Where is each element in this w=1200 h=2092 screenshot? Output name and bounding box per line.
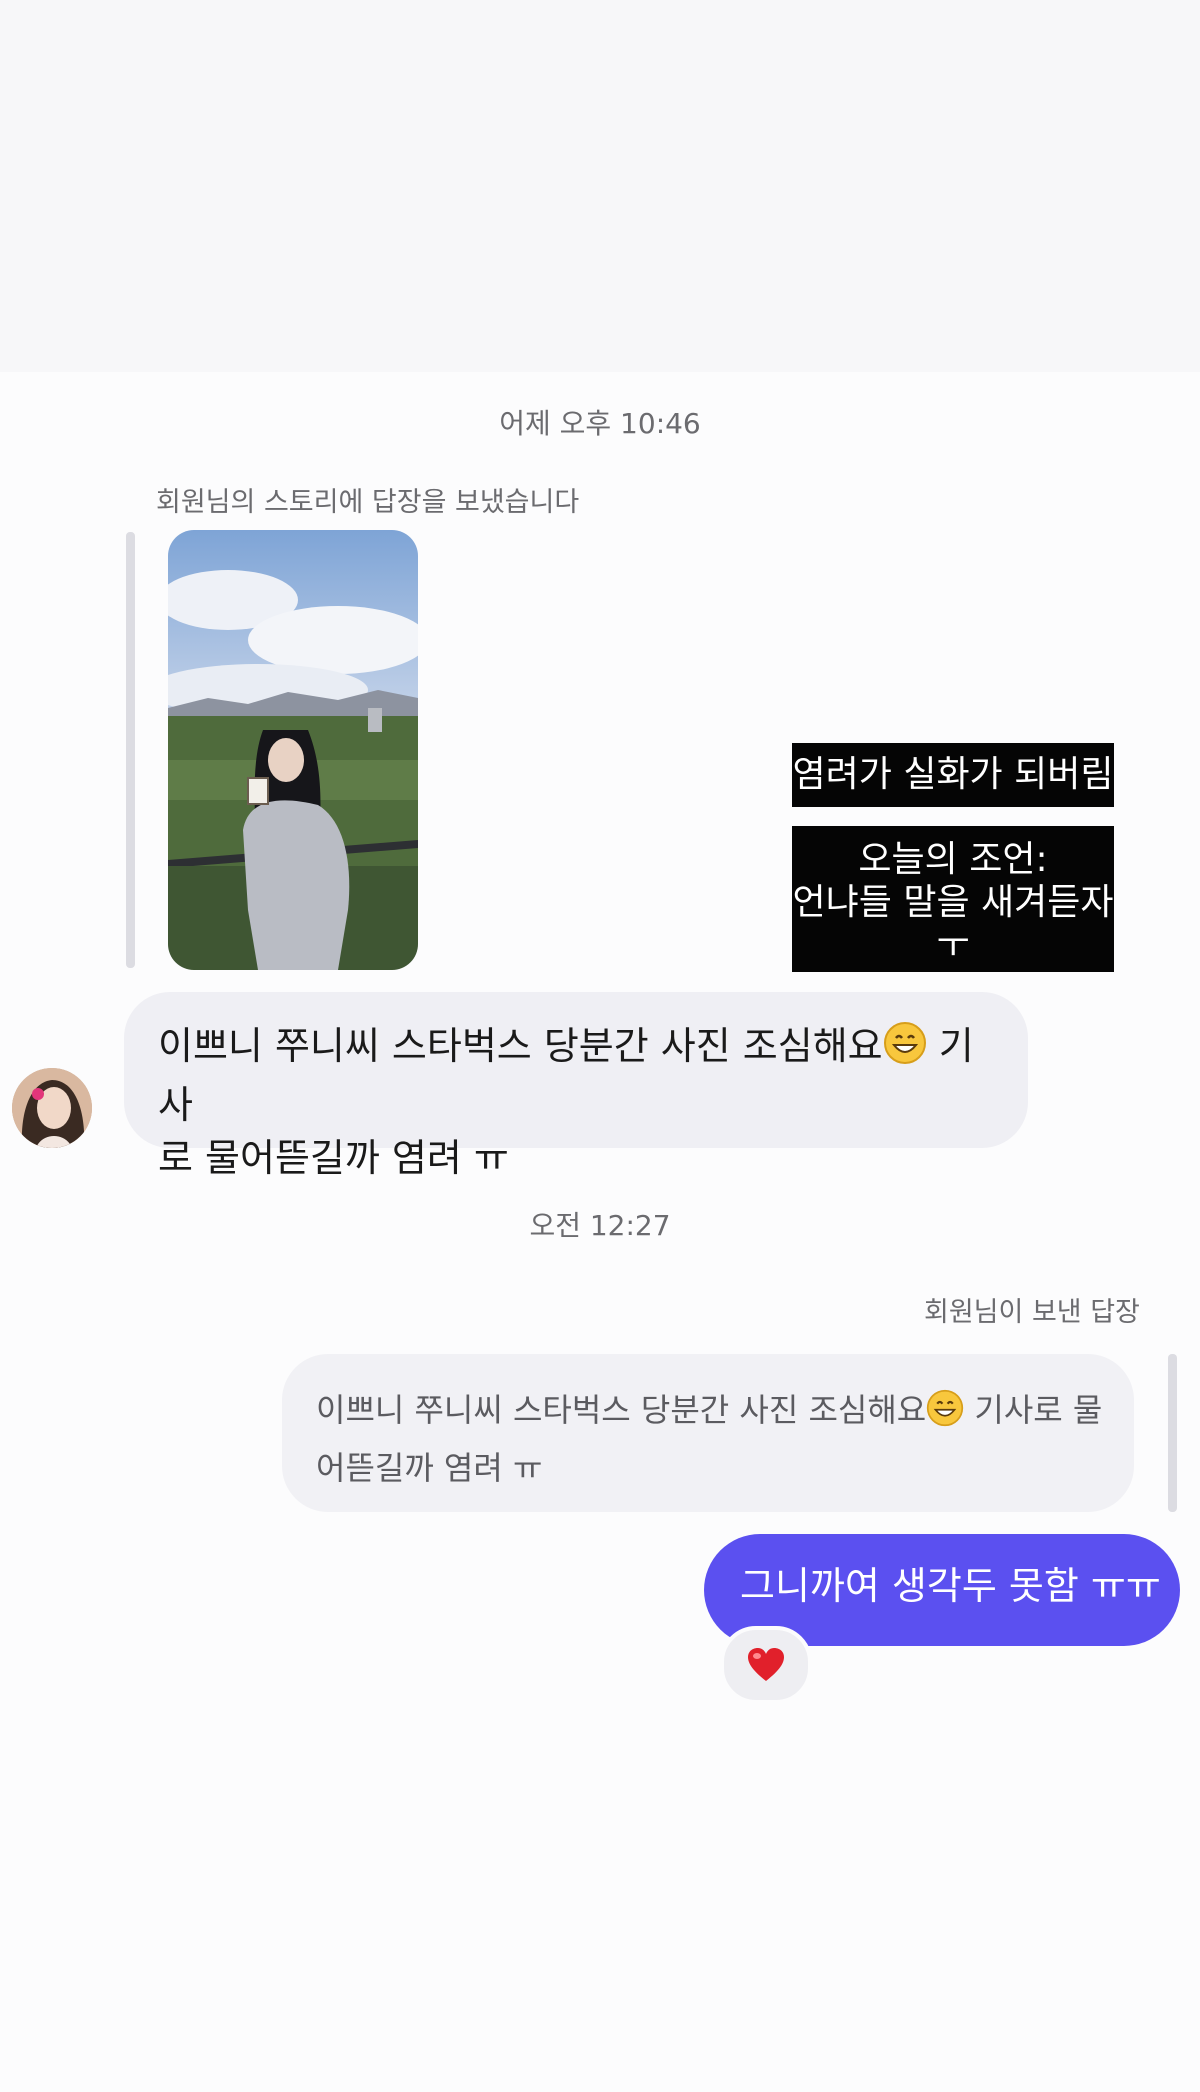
story-caption-1: 염려가 실화가 되버림 bbox=[792, 743, 1114, 807]
contact-avatar[interactable] bbox=[12, 1068, 92, 1148]
story-thumbnail[interactable] bbox=[168, 530, 418, 970]
received-message-text-1: 이쁘니 쭈니씨 스타벅스 당분간 사진 조심해요 bbox=[158, 1024, 883, 1068]
story-caption-line-1: 염려가 실화가 되버림 bbox=[792, 754, 1114, 795]
avatar-photo bbox=[12, 1068, 92, 1148]
story-photo-image bbox=[168, 530, 418, 970]
quoted-message-bubble[interactable]: 이쁘니 쭈니씨 스타벅스 당분간 사진 조심해요 기사로 물어뜯길까 염려 ㅠ bbox=[282, 1354, 1134, 1512]
grinning-face-emoji-icon bbox=[926, 1389, 964, 1442]
quoted-message-text-3: 어뜯길까 염려 ㅠ bbox=[316, 1449, 543, 1487]
story-caption-line-3: 언냐들 말을 새겨듣자 bbox=[792, 882, 1114, 923]
story-caption-2: 오늘의 조언: 언냐들 말을 새겨듣자 ㅜ bbox=[792, 826, 1114, 972]
quoted-message-text-2: 기사로 물 bbox=[964, 1391, 1103, 1429]
grinning-face-emoji-icon bbox=[883, 1021, 927, 1079]
reaction-badge[interactable] bbox=[720, 1626, 812, 1704]
timestamp-today: 오전 12:27 bbox=[529, 1209, 671, 1242]
received-message-bubble[interactable]: 이쁘니 쭈니씨 스타벅스 당분간 사진 조심해요 기사 로 물어뜯길까 염려 ㅠ bbox=[124, 992, 1028, 1180]
reply-note: 회원님이 보낸 답장 bbox=[924, 1297, 1140, 1328]
story-caption-line-2: 오늘의 조언: bbox=[858, 839, 1048, 880]
story-quote-bar bbox=[126, 532, 135, 968]
top-blank-area bbox=[0, 0, 1200, 372]
reply-quote-bar bbox=[1168, 1354, 1177, 1512]
quoted-message-text-1: 이쁘니 쭈니씨 스타벅스 당분간 사진 조심해요 bbox=[316, 1391, 927, 1429]
timestamp-yesterday: 어제 오후 10:46 bbox=[499, 407, 701, 440]
story-caption-line-4: ㅜ bbox=[936, 925, 970, 966]
received-message-text-3: 로 물어뜯길까 염려 ㅠ bbox=[158, 1136, 509, 1180]
story-reply-note: 회원님의 스토리에 답장을 보냈습니다 bbox=[156, 487, 580, 518]
sent-message-text: 그니까여 생각두 못함 ㅠㅠ bbox=[740, 1564, 1161, 1608]
heart-emoji-icon bbox=[748, 1648, 784, 1681]
